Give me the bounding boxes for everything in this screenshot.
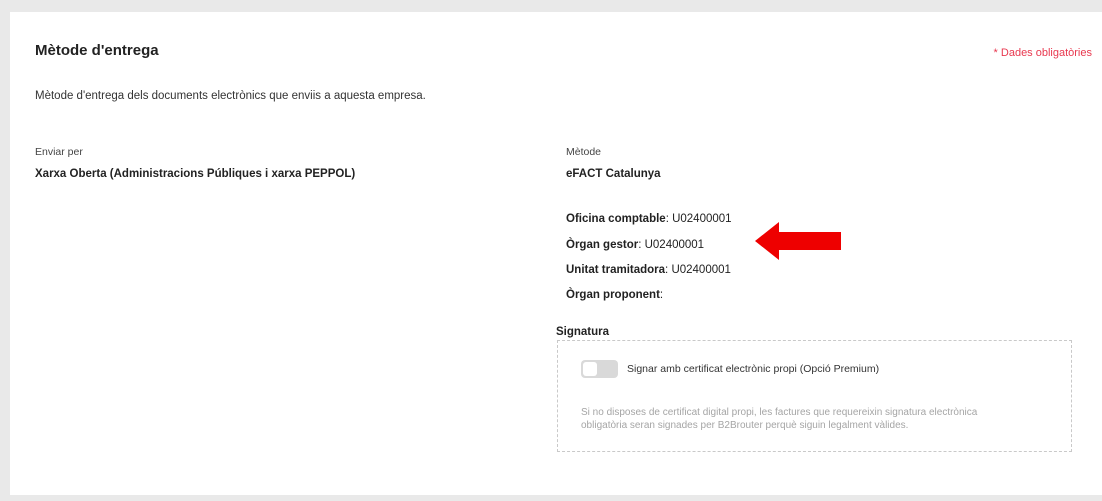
field-label: Òrgan gestor bbox=[566, 239, 639, 251]
field-label: Oficina comptable bbox=[566, 213, 666, 225]
toggle-knob bbox=[583, 362, 597, 376]
signature-toggle-label: Signar amb certificat electrònic propi (… bbox=[627, 363, 880, 375]
field-label: Unitat tramitadora bbox=[566, 264, 666, 276]
section-description: Mètode d'entrega dels documents electròn… bbox=[35, 90, 426, 102]
signature-certificate-toggle[interactable] bbox=[581, 360, 618, 378]
field-organ-proponent: Òrgan proponent: bbox=[566, 289, 664, 301]
field-organ-gestor: Òrgan gestor: U02400001 bbox=[566, 239, 705, 251]
send-by-value: Xarxa Oberta (Administracions Públiques … bbox=[35, 168, 356, 180]
signature-legend: Signatura bbox=[556, 326, 614, 338]
method-label: Mètode bbox=[566, 146, 602, 158]
field-value: U02400001 bbox=[644, 239, 705, 251]
send-by-label: Enviar per bbox=[35, 146, 83, 158]
field-value: U02400001 bbox=[672, 213, 732, 225]
required-fields-note: * Dades obligatòries bbox=[993, 47, 1092, 59]
signature-hint-text: Si no disposes de certificat digital pro… bbox=[581, 407, 978, 431]
signature-fieldset bbox=[557, 340, 1072, 452]
method-value: eFACT Catalunya bbox=[566, 168, 661, 180]
red-arrow-annotation-icon bbox=[755, 222, 841, 260]
section-title: Mètode d'entrega bbox=[35, 42, 159, 59]
field-label: Òrgan proponent bbox=[566, 289, 660, 301]
field-unitat-tramitadora: Unitat tramitadora: U02400001 bbox=[566, 264, 731, 276]
field-oficina-comptable: Oficina comptable: U02400001 bbox=[566, 213, 732, 225]
field-value: U02400001 bbox=[671, 264, 731, 276]
